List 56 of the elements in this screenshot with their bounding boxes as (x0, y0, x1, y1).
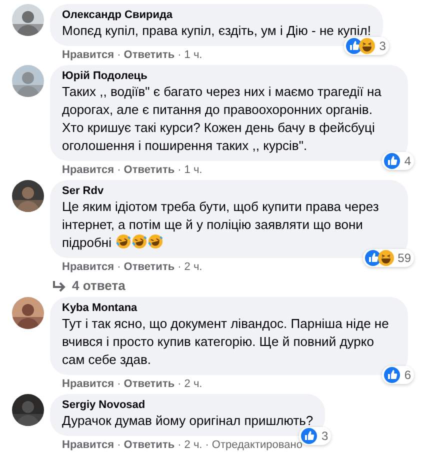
like-link[interactable]: Нравится (62, 49, 114, 61)
laughing-face-icon (378, 250, 394, 266)
comment-text: Мопєд купіл, права купіл, єздіть, ум і Дію - не купіл! (62, 22, 371, 40)
reply-arrow-icon (52, 280, 66, 292)
laughing-face-icon (359, 38, 376, 54)
separator-dot: · (178, 378, 182, 390)
reaction-count: 3 (379, 39, 386, 53)
separator-dot: · (205, 439, 209, 451)
reply-link[interactable]: Ответить (124, 261, 175, 273)
comment-text: Таких ,, водіїв" є багато через них і маємо трагедії на дорогах, але є питання до правоохоронних органів. Хто кришує такі курси? Кожен день бачу в фейсбуці оголошення і поширення таких ,, курсів". (62, 83, 382, 155)
like-icon (384, 153, 400, 169)
author-name[interactable]: Sergiy Novosad (62, 399, 314, 411)
separator-dot: · (117, 261, 121, 273)
reaction-count: 4 (404, 154, 411, 168)
comment-text: Дурачок думав йому оригінал пришлють? (62, 412, 314, 430)
reaction-count: 59 (398, 251, 411, 265)
comment-text: Тут і так ясно, що документ лівандос. Парніша ніде не вчився і просто купив категорію. Ще й повний дурко сам себе здав. (62, 315, 390, 369)
comment-text: Це яким ідіотом треба бути, щоб купити права через інтернет, а потім ще й у поліцію заявляти що вони підробні (62, 198, 380, 252)
reactions-badge[interactable]: 3 (344, 37, 389, 55)
timestamp[interactable]: 2 ч. (184, 378, 202, 390)
reply-link[interactable]: Ответить (124, 378, 175, 390)
laughing-face-icon (116, 234, 132, 249)
reply-link[interactable]: Ответить (124, 49, 175, 61)
like-icon (301, 428, 318, 444)
laughing-face-icon (132, 234, 148, 249)
separator-dot: · (178, 49, 182, 61)
reaction-count: 6 (404, 368, 411, 382)
author-name[interactable]: Олександр Свирида (62, 9, 371, 21)
author-name[interactable]: Юрій Подолець (62, 70, 396, 82)
like-link[interactable]: Нравится (62, 439, 114, 451)
like-icon (364, 250, 381, 266)
author-name[interactable]: Kyba Montana (62, 302, 396, 314)
separator-dot: · (117, 164, 121, 176)
laughing-face-icon (148, 234, 164, 249)
reply-link[interactable]: Ответить (124, 164, 175, 176)
view-replies-link[interactable]: 4 ответа (52, 278, 126, 293)
reactions-badge[interactable]: 59 (362, 249, 414, 267)
separator-dot: · (117, 49, 121, 61)
like-link[interactable]: Нравится (62, 261, 114, 273)
timestamp[interactable]: 1 ч. (184, 49, 202, 61)
like-link[interactable]: Нравится (62, 378, 114, 390)
reactions-badge[interactable]: 4 (382, 152, 414, 170)
author-name[interactable]: Ser Rdv (62, 185, 396, 197)
separator-dot: · (117, 378, 121, 390)
reply-link[interactable]: Ответить (124, 439, 175, 451)
separator-dot: · (117, 439, 121, 451)
like-link[interactable]: Нравится (62, 164, 114, 176)
like-icon (384, 367, 400, 383)
timestamp[interactable]: 2 ч. (184, 261, 202, 273)
timestamp[interactable]: 1 ч. (184, 164, 202, 176)
reactions-badge[interactable]: 6 (382, 366, 414, 384)
separator-dot: · (178, 439, 182, 451)
timestamp[interactable]: 2 ч. (184, 439, 202, 451)
reaction-count: 3 (321, 429, 328, 443)
separator-dot: · (178, 164, 182, 176)
separator-dot: · (178, 261, 182, 273)
